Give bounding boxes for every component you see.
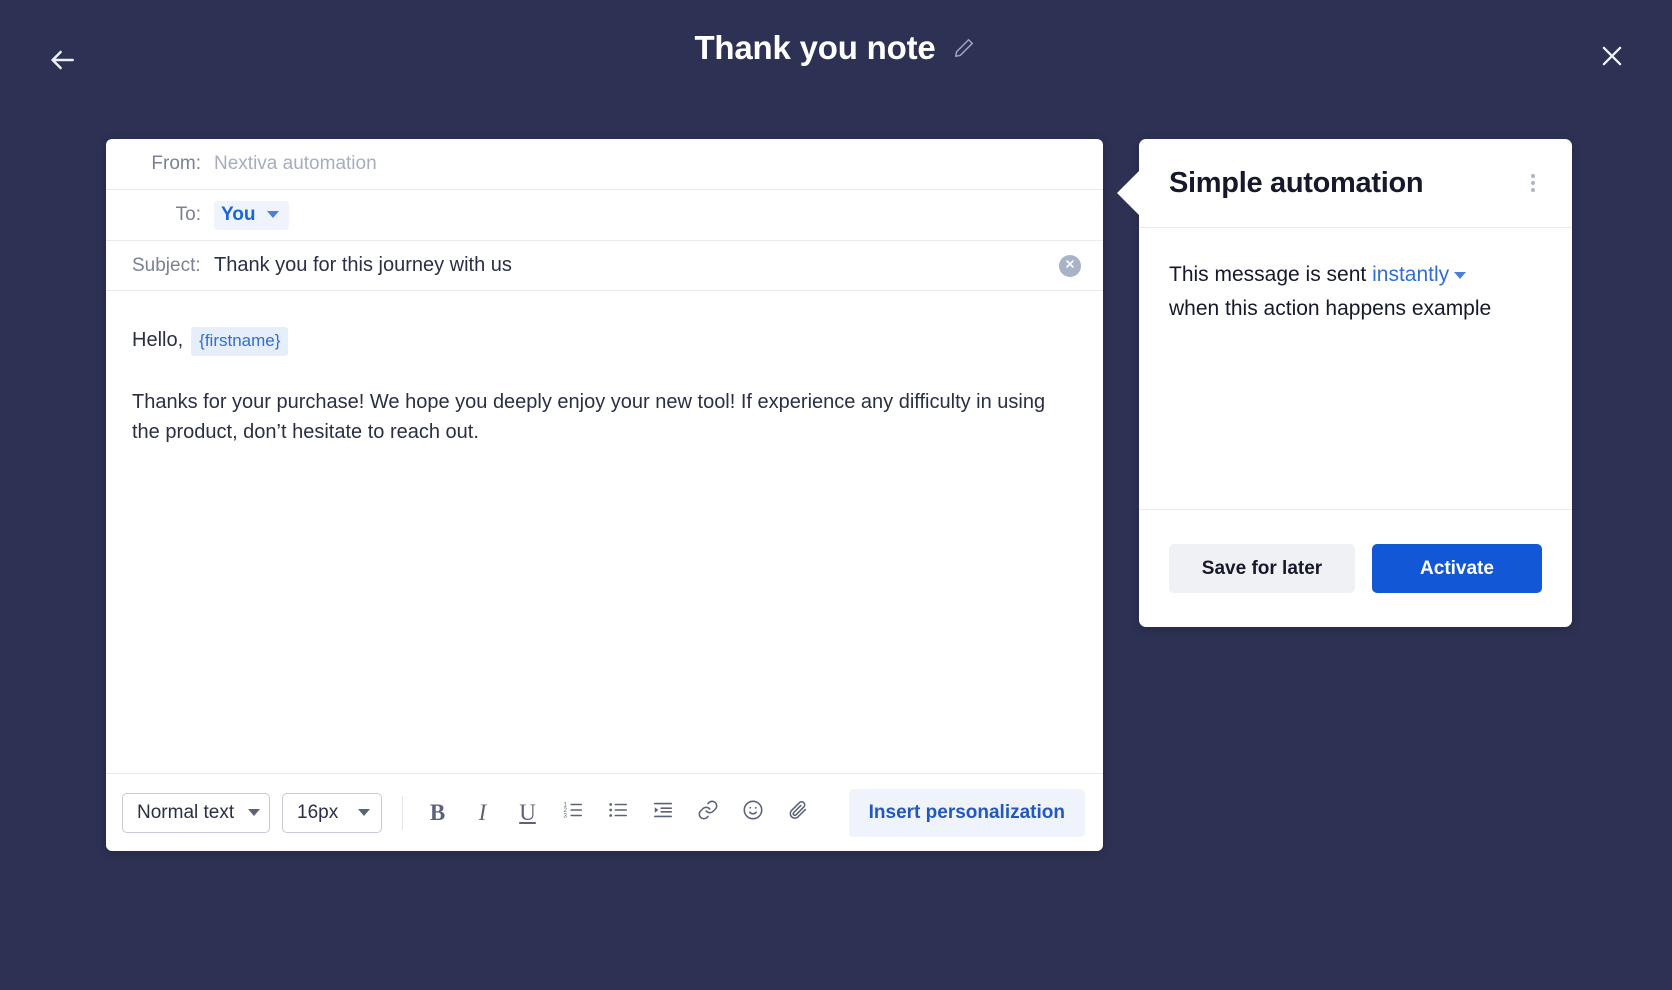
to-label: To:: [175, 204, 201, 225]
font-size-value: 16px: [297, 801, 339, 823]
indent-button[interactable]: [640, 791, 685, 835]
panel-footer: Save for later Activate: [1139, 509, 1572, 627]
subject-input[interactable]: Thank you for this journey with us: [214, 254, 1059, 277]
panel-pointer: [1117, 171, 1139, 215]
ordered-list-button[interactable]: 1 2 3: [550, 791, 595, 835]
chevron-down-icon: [358, 809, 370, 816]
panel-title: Simple automation: [1169, 166, 1424, 199]
emoji-icon: [742, 799, 764, 826]
toolbar-divider: [402, 795, 403, 830]
font-size-select[interactable]: 16px: [282, 792, 382, 833]
body-paragraph: Thanks for your purchase! We hope you de…: [132, 391, 1046, 444]
email-body-editor[interactable]: Hello, {firstname} Thanks for your purch…: [106, 291, 1103, 773]
title-group: Thank you note: [0, 29, 1672, 66]
email-composer-card: From: Nextiva automation To: You Subject…: [106, 139, 1103, 851]
page-title: Thank you note: [694, 29, 936, 66]
bullet-list-icon: [607, 799, 629, 826]
sentence-suffix: when this action happens example: [1169, 297, 1492, 321]
close-icon: [1598, 42, 1626, 75]
clear-subject-button[interactable]: [1059, 254, 1081, 277]
underline-button[interactable]: U: [505, 791, 550, 835]
link-icon: [697, 799, 719, 826]
italic-button[interactable]: I: [460, 791, 505, 835]
automation-sentence: This message is sent instantly when this…: [1169, 258, 1499, 326]
from-label: From:: [151, 153, 201, 174]
attachment-button[interactable]: [775, 791, 820, 835]
save-for-later-button[interactable]: Save for later: [1169, 544, 1355, 593]
clear-circle-icon: [1064, 257, 1076, 275]
editor-toolbar: Normal text 16px B I U 1 2 3 Insert pers…: [106, 773, 1103, 851]
bold-button[interactable]: B: [415, 791, 460, 835]
to-value: You: [221, 203, 256, 225]
subject-row: Subject: Thank you for this journey with…: [106, 241, 1103, 291]
text-style-select[interactable]: Normal text: [122, 792, 270, 833]
insert-personalization-button[interactable]: Insert personalization: [848, 788, 1085, 837]
greeting-text: Hello,: [132, 329, 184, 351]
kebab-menu-icon: [1531, 174, 1535, 192]
chevron-down-icon: [248, 809, 261, 816]
emoji-button[interactable]: [730, 791, 775, 835]
automation-panel: Simple automation This message is sent i…: [1117, 139, 1572, 627]
personalization-token[interactable]: {firstname}: [191, 327, 289, 356]
timing-dropdown[interactable]: instantly: [1372, 263, 1449, 286]
bullet-list-button[interactable]: [595, 791, 640, 835]
chevron-down-icon: [267, 211, 280, 218]
top-bar: Thank you note: [0, 0, 1672, 118]
svg-text:3: 3: [563, 812, 567, 819]
close-button[interactable]: [1588, 34, 1636, 82]
panel-body: This message is sent instantly when this…: [1139, 228, 1572, 509]
activate-button[interactable]: Activate: [1372, 544, 1542, 593]
panel-menu-button[interactable]: [1516, 166, 1550, 200]
chevron-down-icon[interactable]: [1454, 271, 1467, 279]
from-row: From: Nextiva automation: [106, 139, 1103, 190]
from-value: Nextiva automation: [214, 153, 377, 174]
greeting-line: Hello, {firstname}: [132, 327, 1077, 356]
text-style-value: Normal text: [137, 801, 235, 823]
subject-label: Subject:: [132, 254, 201, 276]
paperclip-icon: [787, 799, 809, 826]
pencil-icon: [953, 37, 975, 64]
ordered-list-icon: 1 2 3: [562, 799, 584, 826]
sentence-prefix: This message is sent: [1169, 263, 1373, 286]
edit-title-button[interactable]: [950, 36, 978, 64]
to-recipient-dropdown[interactable]: You: [214, 200, 290, 230]
link-button[interactable]: [685, 791, 730, 835]
to-row: To: You: [106, 190, 1103, 241]
panel-header: Simple automation: [1139, 139, 1572, 228]
indent-icon: [652, 799, 674, 826]
